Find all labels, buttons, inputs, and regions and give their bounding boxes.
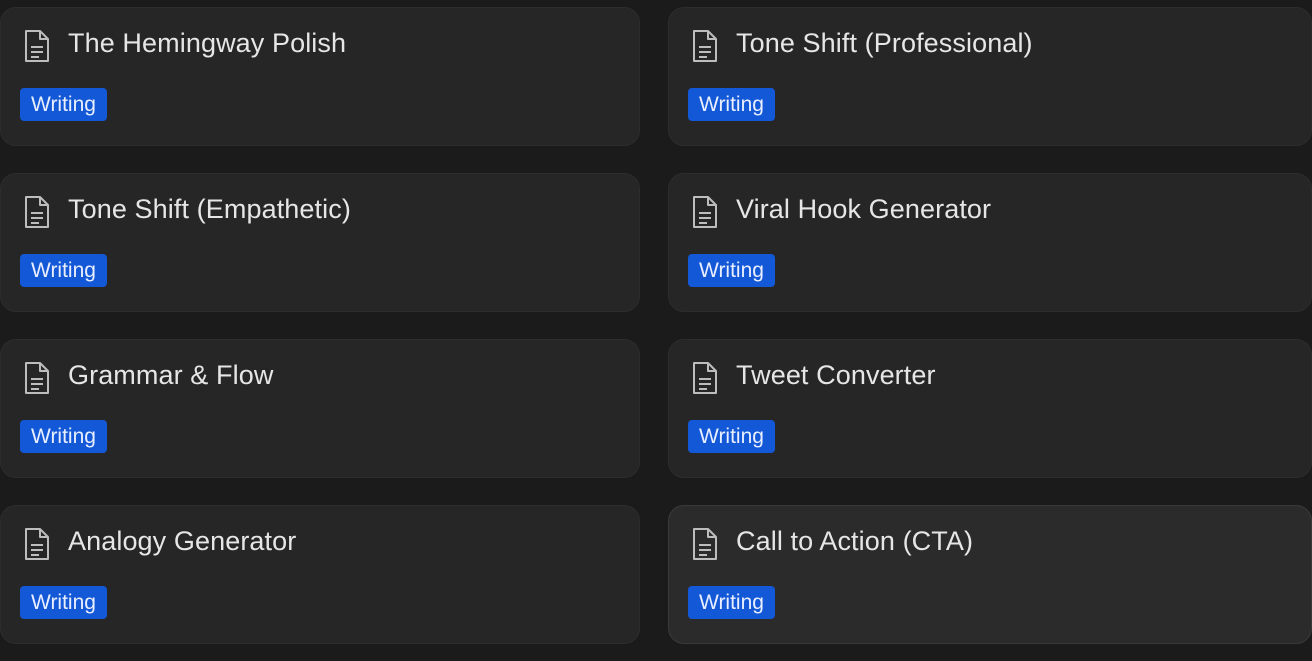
prompt-card-analogy-generator[interactable]: Analogy Generator Writing	[0, 505, 640, 644]
prompt-card-hemingway-polish[interactable]: The Hemingway Polish Writing	[0, 7, 640, 146]
card-title: Tone Shift (Empathetic)	[68, 194, 351, 224]
card-title: Tone Shift (Professional)	[736, 28, 1033, 58]
category-tag: Writing	[20, 420, 107, 453]
prompt-card-tone-shift-professional[interactable]: Tone Shift (Professional) Writing	[668, 7, 1312, 146]
card-title: Viral Hook Generator	[736, 194, 992, 224]
prompt-card-grid: The Hemingway Polish Writing Tone Shift …	[0, 0, 1312, 661]
prompt-card-tweet-converter[interactable]: Tweet Converter Writing	[668, 339, 1312, 478]
card-title: Tweet Converter	[736, 360, 936, 390]
card-title: The Hemingway Polish	[68, 28, 347, 58]
card-title: Call to Action (CTA)	[736, 526, 974, 556]
category-tag: Writing	[688, 586, 775, 619]
prompt-card-call-to-action[interactable]: Call to Action (CTA) Writing	[668, 505, 1312, 644]
category-tag: Writing	[20, 254, 107, 287]
category-tag: Writing	[688, 420, 775, 453]
category-tag: Writing	[20, 88, 107, 121]
card-title: Grammar & Flow	[68, 360, 274, 390]
category-tag: Writing	[688, 254, 775, 287]
document-icon	[23, 527, 51, 561]
category-tag: Writing	[20, 586, 107, 619]
document-icon	[23, 29, 51, 63]
prompt-card-tone-shift-empathetic[interactable]: Tone Shift (Empathetic) Writing	[0, 173, 640, 312]
prompt-card-grammar-flow[interactable]: Grammar & Flow Writing	[0, 339, 640, 478]
document-icon	[691, 361, 719, 395]
category-tag: Writing	[688, 88, 775, 121]
card-title: Analogy Generator	[68, 526, 297, 556]
document-icon	[691, 29, 719, 63]
document-icon	[691, 527, 719, 561]
document-icon	[23, 195, 51, 229]
prompt-card-viral-hook-generator[interactable]: Viral Hook Generator Writing	[668, 173, 1312, 312]
document-icon	[23, 361, 51, 395]
document-icon	[691, 195, 719, 229]
